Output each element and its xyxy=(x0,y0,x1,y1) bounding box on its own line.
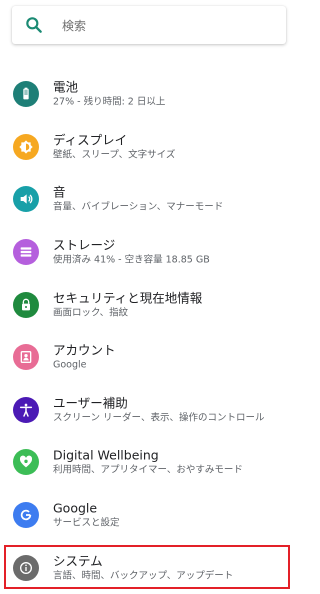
settings-item-title: Google xyxy=(53,500,98,516)
search-bar[interactable]: 検索 xyxy=(12,6,286,44)
settings-item-subtitle: 言語、時間、バックアップ、アップデート xyxy=(53,570,234,582)
settings-item-subtitle: 使用済み 41% - 空き容量 18.85 GB xyxy=(53,254,210,266)
settings-item-storage[interactable]: ストレージ 使用済み 41% - 空き容量 18.85 GB xyxy=(0,226,300,279)
settings-item-subtitle: スクリーン リーダー、表示、操作のコントロール xyxy=(53,412,265,424)
settings-item-title: ディスプレイ xyxy=(53,132,128,148)
info-icon xyxy=(13,554,39,581)
settings-list: 電池 27% - 残り時間: 2 日以上 ディスプレイ 壁紙、スリープ、文字サイ… xyxy=(0,68,300,594)
lock-icon xyxy=(13,291,39,318)
settings-item-subtitle: 画面ロック、指紋 xyxy=(53,307,129,319)
settings-item-title: ユーザー補助 xyxy=(53,395,128,411)
google-icon xyxy=(13,502,39,529)
settings-item-title: 電池 xyxy=(53,79,79,95)
search-icon xyxy=(26,17,42,33)
settings-item-title: セキュリティと現在地情報 xyxy=(53,290,203,306)
settings-item-digital-wellbeing[interactable]: Digital Wellbeing 利用時間、アプリタイマー、おやすみモード xyxy=(0,436,300,489)
search-placeholder: 検索 xyxy=(62,18,87,33)
volume-icon xyxy=(13,186,39,213)
settings-item-subtitle: 27% - 残り時間: 2 日以上 xyxy=(53,96,166,108)
settings-item-sound[interactable]: 音 音量、バイブレーション、マナーモード xyxy=(0,173,300,226)
account-icon xyxy=(13,344,39,371)
settings-item-battery[interactable]: 電池 27% - 残り時間: 2 日以上 xyxy=(0,68,300,121)
settings-item-subtitle: 壁紙、スリープ、文字サイズ xyxy=(53,149,176,161)
settings-item-title: システム xyxy=(53,553,103,569)
settings-item-subtitle: 利用時間、アプリタイマー、おやすみモード xyxy=(53,464,243,476)
settings-item-title: Digital Wellbeing xyxy=(53,447,159,463)
settings-item-accessibility[interactable]: ユーザー補助 スクリーン リーダー、表示、操作のコントロール xyxy=(0,384,300,437)
settings-item-google[interactable]: Google サービスと設定 xyxy=(0,489,300,542)
wellbeing-icon xyxy=(13,449,39,476)
settings-item-subtitle: サービスと設定 xyxy=(53,517,120,529)
settings-item-title: ストレージ xyxy=(53,237,116,253)
settings-item-display[interactable]: ディスプレイ 壁紙、スリープ、文字サイズ xyxy=(0,121,300,174)
brightness-icon xyxy=(13,133,39,160)
settings-item-subtitle: Google xyxy=(53,359,87,371)
accessibility-icon xyxy=(13,396,39,423)
settings-item-subtitle: 音量、バイブレーション、マナーモード xyxy=(53,201,224,213)
settings-item-title: アカウント xyxy=(53,342,116,358)
settings-item-title: 音 xyxy=(53,184,66,200)
settings-item-system[interactable]: システム 言語、時間、バックアップ、アップデート xyxy=(0,541,300,594)
settings-item-security[interactable]: セキュリティと現在地情報 画面ロック、指紋 xyxy=(0,278,300,331)
settings-item-accounts[interactable]: アカウント Google xyxy=(0,331,300,384)
battery-icon xyxy=(13,81,39,108)
storage-icon xyxy=(13,239,39,266)
